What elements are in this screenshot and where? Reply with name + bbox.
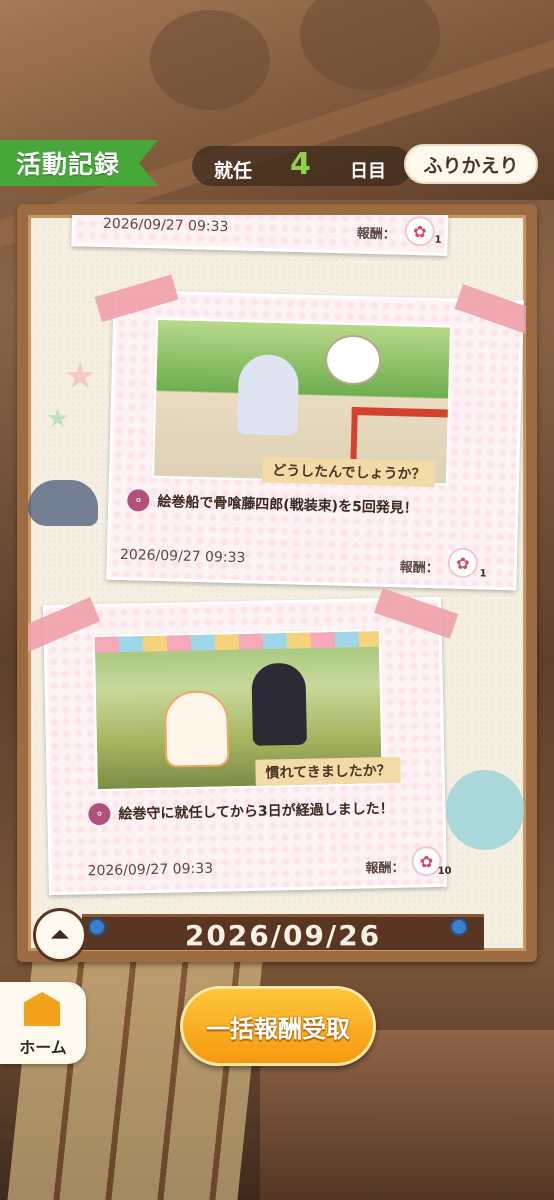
scroll-top-icon: ⏶: [51, 922, 69, 948]
page-title-text: 活動記録: [16, 150, 121, 179]
review-button[interactable]: ふりかえり: [404, 144, 538, 184]
record-card: どうしたんでしょうか？ ⚬ 絵巻船で骨喰藤四郎(戦装束)を5回発見！ 2026/…: [94, 274, 526, 591]
tenure-label: 就任: [214, 160, 253, 182]
character-sprite: [237, 353, 300, 436]
dango-icon: ⚬: [127, 489, 150, 512]
speech-caption: どうしたんでしょうか？: [261, 456, 436, 488]
pin-icon: [88, 918, 106, 936]
home-button[interactable]: ホーム: [0, 982, 86, 1064]
tenure-day-suffix: 日目: [350, 161, 386, 182]
record-description: ⚬ 絵巻守に就任してから3日が経過しました！: [88, 797, 394, 826]
record-date: 2026/09/27 09:33: [87, 860, 214, 880]
character-sprite: [251, 662, 307, 746]
bunting-flags: [95, 631, 383, 663]
record-date: 2026/09/27 09:33: [102, 215, 229, 236]
thought-bubble: [324, 334, 382, 386]
date-divider-text: 2026/09/26: [184, 919, 382, 952]
tenure-day-count: 4: [290, 147, 311, 182]
claim-all-rewards-button[interactable]: 一括報酬受取: [180, 986, 376, 1066]
speech-caption: 慣れてきましたか？: [255, 756, 401, 786]
record-description-text: 絵巻船で骨喰藤四郎(戦装束)を5回発見！: [157, 493, 418, 517]
reward-quantity: 1: [479, 568, 487, 580]
record-description-text: 絵巻守に就任してから3日が経過しました！: [118, 800, 394, 823]
reward-quantity: 10: [437, 865, 452, 877]
castle-home-icon: [24, 992, 60, 1026]
page-title: 活動記録: [0, 140, 158, 186]
flower-reward-icon: ✿: [404, 215, 436, 247]
scroll-top-button[interactable]: ⏶: [33, 908, 87, 962]
fox-sprite: [163, 690, 230, 768]
reward-quantity: 1: [434, 234, 442, 246]
background-reel: [150, 10, 270, 110]
star-decoration: ★: [64, 356, 97, 397]
dango-icon: ⚬: [88, 802, 111, 826]
record-date: 2026/09/27 09:33: [119, 546, 246, 567]
flower-reward-icon: ✿: [447, 547, 479, 579]
reward-label: 報酬：: [356, 226, 396, 243]
pin-icon: [450, 918, 468, 936]
home-label: ホーム: [19, 1038, 67, 1057]
reward-label: 報酬：: [365, 860, 405, 877]
activity-log-frame[interactable]: 2026/09/27 09:33 報酬： ✿ 1 どうしたんでしょうか？ ⚬ 絵…: [17, 204, 537, 962]
mascot-sprite: [446, 770, 524, 850]
reward-label: 報酬：: [399, 560, 439, 577]
star-decoration: ★: [46, 404, 70, 434]
record-description: ⚬ 絵巻船で骨喰藤四郎(戦装束)を5回発見！: [127, 489, 418, 519]
record-card: 慣れてきましたか？ ⚬ 絵巻守に就任してから3日が経過しました！ 2026/09…: [28, 588, 459, 896]
bird-sprite: [28, 480, 98, 526]
date-divider: 2026/09/26: [82, 914, 484, 952]
